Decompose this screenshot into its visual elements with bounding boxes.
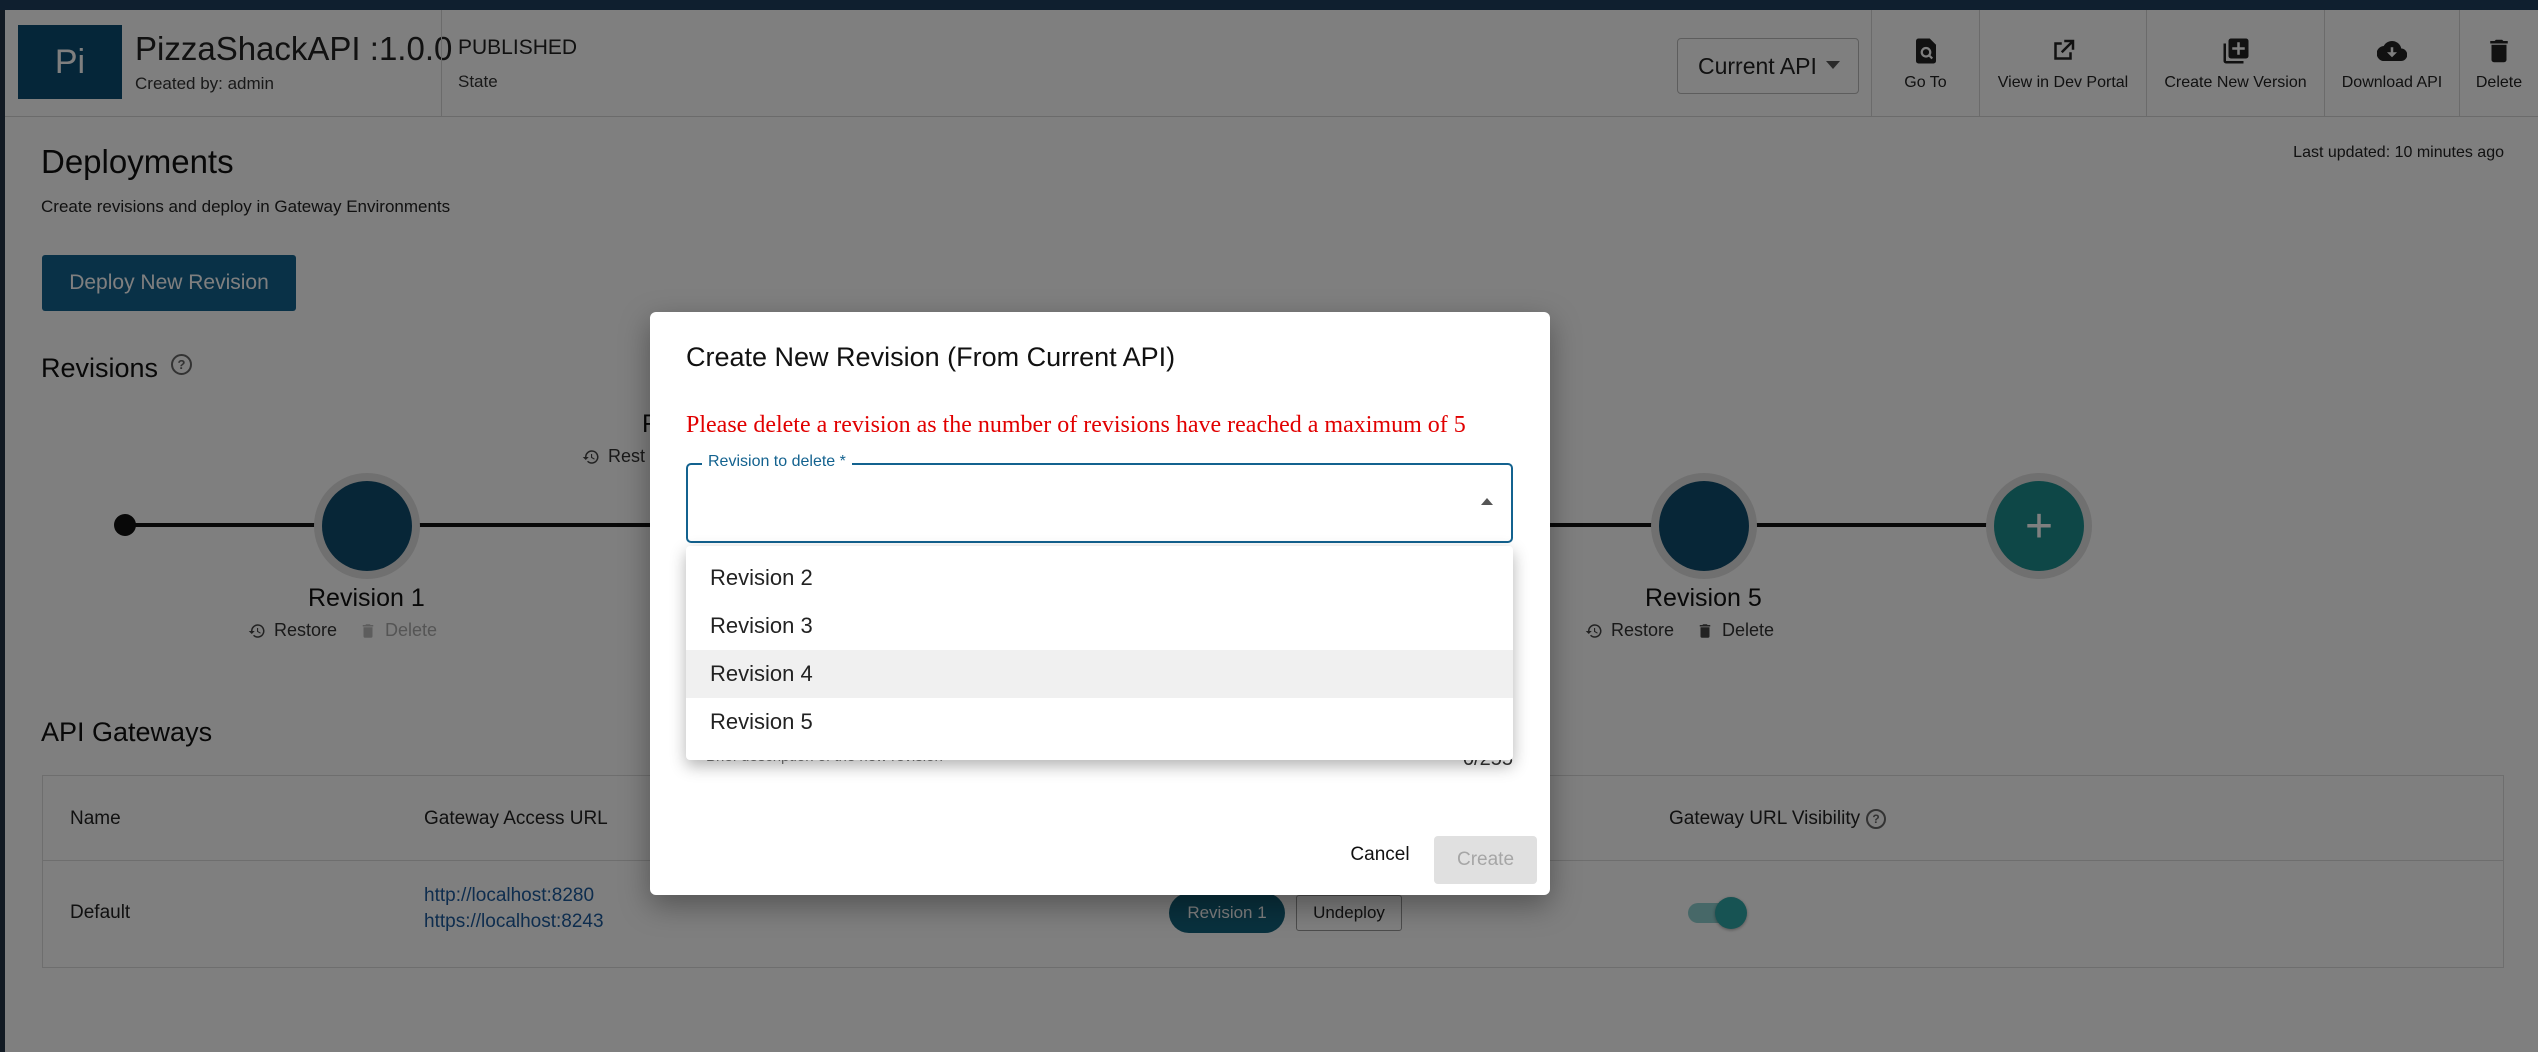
create-label: Create <box>1456 849 1515 870</box>
menu-option-revision-2[interactable]: Revision 2 <box>686 554 1513 602</box>
menu-option-revision-3[interactable]: Revision 3 <box>686 602 1513 650</box>
revision-to-delete-select[interactable]: Revision to delete * <box>686 453 1513 543</box>
revision-to-delete-label: Revision to delete * <box>702 453 852 471</box>
dialog-title: Create New Revision (From Current API) <box>686 342 1176 372</box>
revision-dropdown-menu: Revision 2 Revision 3 Revision 4 Revisio… <box>686 546 1513 760</box>
cancel-button[interactable]: Cancel <box>1340 835 1420 875</box>
revision-limit-error: Please delete a revision as the number o… <box>686 412 1466 438</box>
chevron-up-icon <box>1481 498 1493 505</box>
menu-option-revision-5[interactable]: Revision 5 <box>686 698 1513 746</box>
menu-option-revision-4[interactable]: Revision 4 <box>686 650 1513 698</box>
create-button[interactable]: Create <box>1434 836 1537 884</box>
cancel-label: Cancel <box>1350 844 1410 865</box>
